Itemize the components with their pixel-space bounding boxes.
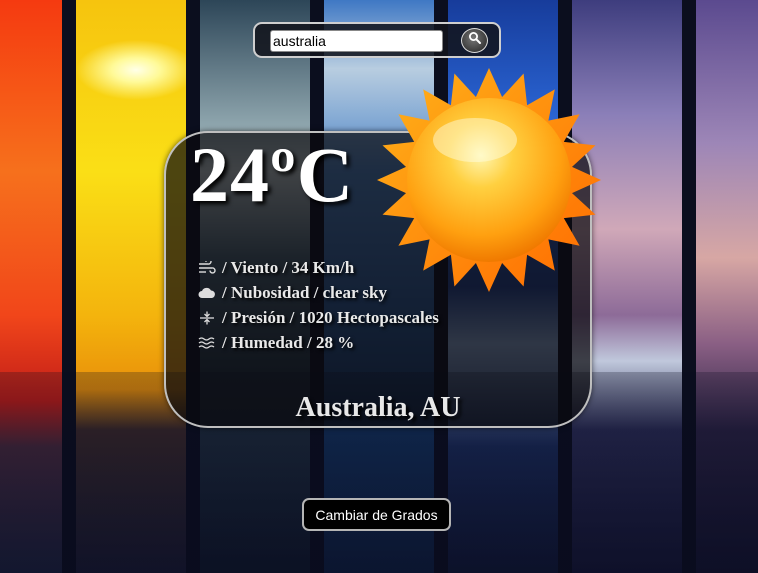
search-input[interactable] — [270, 30, 443, 52]
detail-text-cloudiness: / Nubosidad / clear sky — [222, 282, 388, 302]
detail-text-humidity: / Humedad / 28 % — [222, 332, 355, 352]
location-label: Australia, AU — [295, 392, 461, 423]
wind-icon — [198, 260, 218, 276]
detail-text-wind: / Viento / 34 Km/h — [222, 257, 355, 277]
search-button[interactable] — [461, 28, 488, 53]
detail-row-pressure: / Presión / 1020 Hectopascales — [198, 305, 439, 330]
search-bar — [253, 22, 501, 58]
temperature-value: 24ºC — [190, 131, 355, 218]
pressure-icon — [198, 310, 218, 326]
search-icon — [468, 31, 482, 50]
weather-details: / Viento / 34 Km/h / Nubosidad / clear s… — [198, 255, 439, 355]
detail-row-humidity: / Humedad / 28 % — [198, 330, 439, 355]
detail-row-wind: / Viento / 34 Km/h — [198, 255, 439, 280]
toggle-units-button[interactable]: Cambiar de Grados — [302, 498, 451, 531]
cloud-icon — [198, 285, 218, 301]
detail-text-pressure: / Presión / 1020 Hectopascales — [222, 307, 439, 327]
humidity-icon — [198, 335, 218, 351]
detail-row-cloudiness: / Nubosidad / clear sky — [198, 280, 439, 305]
